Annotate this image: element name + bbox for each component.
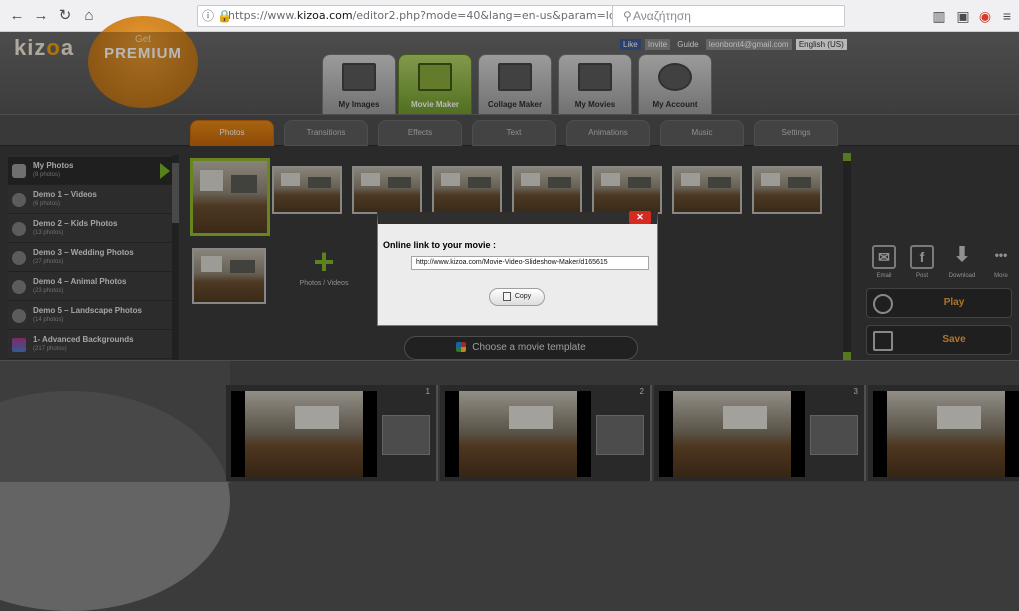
menu-icon[interactable]: ≡ (996, 5, 1018, 27)
search-icon: ⚲ (623, 9, 632, 23)
share-link-dialog: ✕ Online link to your movie : http://www… (377, 211, 658, 326)
forward-icon[interactable]: → (30, 5, 52, 27)
url-text: https://www.kizoa.com/editor2.php?mode=4… (228, 9, 633, 22)
copy-label: Copy (514, 293, 532, 300)
copy-button[interactable]: Copy (489, 288, 545, 306)
search-placeholder: Αναζήτηση (633, 9, 691, 23)
search-input[interactable]: ⚲ Αναζήτηση (612, 5, 845, 27)
movie-link-field[interactable]: http://www.kizoa.com/Movie-Video-Slidesh… (411, 256, 649, 270)
close-icon[interactable]: ✕ (629, 211, 651, 224)
back-icon[interactable]: ← (6, 5, 28, 27)
library-icon[interactable]: ▥ (928, 5, 950, 27)
copy-icon (502, 291, 511, 301)
dialog-title: Online link to your movie : (383, 240, 497, 250)
reload-icon[interactable]: ↻ (54, 5, 76, 27)
sidebar-icon[interactable]: ▣ (952, 5, 974, 27)
extension-icon[interactable]: ◉ (974, 5, 996, 27)
